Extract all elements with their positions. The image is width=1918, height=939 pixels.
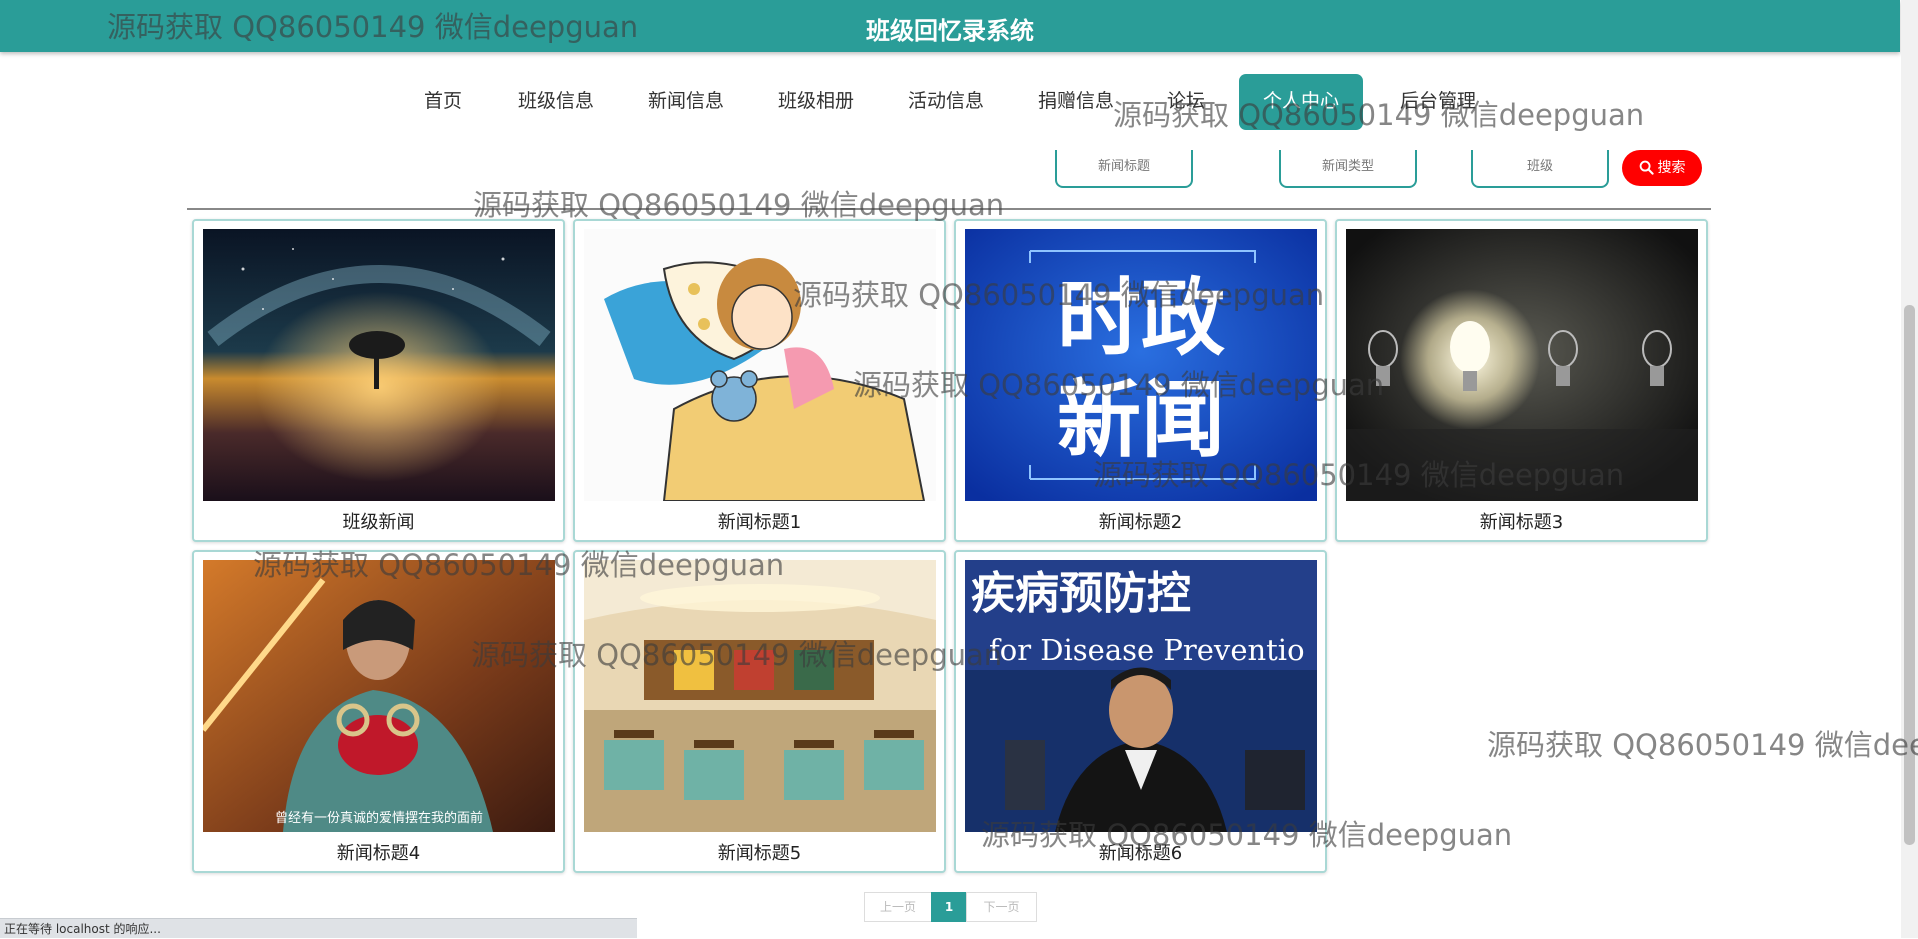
- news-card[interactable]: 新闻标题1: [573, 219, 946, 542]
- politics-news-image: 时政 新闻: [965, 229, 1317, 501]
- nav-admin[interactable]: 后台管理: [1388, 74, 1488, 130]
- movie-scene-image: 曾经有一份真诚的爱情摆在我的面前: [203, 560, 555, 832]
- nav-forum[interactable]: 论坛: [1158, 74, 1214, 130]
- news-card-title: 新闻标题6: [1098, 843, 1183, 864]
- scrollbar-thumb[interactable]: [1904, 305, 1915, 845]
- page-1-button[interactable]: 1: [931, 892, 967, 922]
- news-card-title: 新闻标题5: [717, 843, 802, 864]
- news-type-search-field[interactable]: 新闻类型: [1279, 150, 1417, 188]
- news-card-title: 班级新闻: [342, 512, 415, 533]
- watermark-text: 源码获取 QQ86050149 微信deepguan: [1487, 728, 1918, 762]
- next-page-button[interactable]: 下一页: [966, 892, 1037, 922]
- politics-news-text-2: 新闻: [1057, 371, 1225, 469]
- divider: [187, 208, 1711, 210]
- search-icon: [1639, 160, 1654, 175]
- news-card-title: 新闻标题1: [717, 512, 802, 533]
- movie-subtitle: 曾经有一份真诚的爱情摆在我的面前: [275, 810, 483, 826]
- news-card[interactable]: 曾经有一份真诚的爱情摆在我的面前 新闻标题4: [192, 550, 565, 873]
- press-conference-image: 疾病预防控 for Disease Preventio: [965, 560, 1317, 832]
- news-card[interactable]: 新闻标题3: [1335, 219, 1708, 542]
- news-card[interactable]: 班级新闻: [192, 219, 565, 542]
- nav-donations[interactable]: 捐赠信息: [1028, 74, 1124, 130]
- watermark-text: 源码获取 QQ86050149 微信deepguan: [473, 188, 1005, 222]
- nav-activities[interactable]: 活动信息: [898, 74, 994, 130]
- light-bulbs-image: [1346, 229, 1698, 501]
- sleeping-girl-image: [584, 229, 936, 501]
- search-button-label: 搜索: [1657, 160, 1686, 176]
- press-banner-text-1: 疾病预防控: [971, 568, 1191, 619]
- nav-class-info[interactable]: 班级信息: [508, 74, 604, 130]
- site-title: 班级回忆录系统: [866, 17, 1034, 45]
- news-card-title: 新闻标题2: [1098, 512, 1183, 533]
- restaurant-image: [584, 560, 936, 832]
- news-card-title: 新闻标题4: [336, 843, 421, 864]
- nav-home[interactable]: 首页: [412, 74, 474, 130]
- news-card[interactable]: 疾病预防控 for Disease Preventio 新闻标题6: [954, 550, 1327, 873]
- search-button[interactable]: 搜索: [1622, 150, 1702, 186]
- nav-class-album[interactable]: 班级相册: [768, 74, 864, 130]
- browser-status-bar: 正在等待 localhost 的响应...: [0, 918, 637, 938]
- main-nav: 首页 班级信息 新闻信息 班级相册 活动信息 捐赠信息 论坛 个人中心 后台管理: [0, 74, 1918, 130]
- galaxy-tree-image: [203, 229, 555, 501]
- politics-news-text-1: 时政: [1057, 269, 1225, 367]
- news-card-title: 新闻标题3: [1479, 512, 1564, 533]
- nav-personal-center[interactable]: 个人中心: [1239, 74, 1363, 130]
- prev-page-button[interactable]: 上一页: [864, 892, 932, 922]
- class-search-field[interactable]: 班级: [1471, 150, 1609, 188]
- news-card[interactable]: 新闻标题5: [573, 550, 946, 873]
- news-card[interactable]: 时政 新闻 新闻标题2: [954, 219, 1327, 542]
- news-title-search-field[interactable]: 新闻标题: [1055, 150, 1193, 188]
- nav-news[interactable]: 新闻信息: [638, 74, 734, 130]
- press-banner-text-2: for Disease Preventio: [989, 633, 1305, 667]
- header-bar: 班级回忆录系统: [0, 0, 1900, 52]
